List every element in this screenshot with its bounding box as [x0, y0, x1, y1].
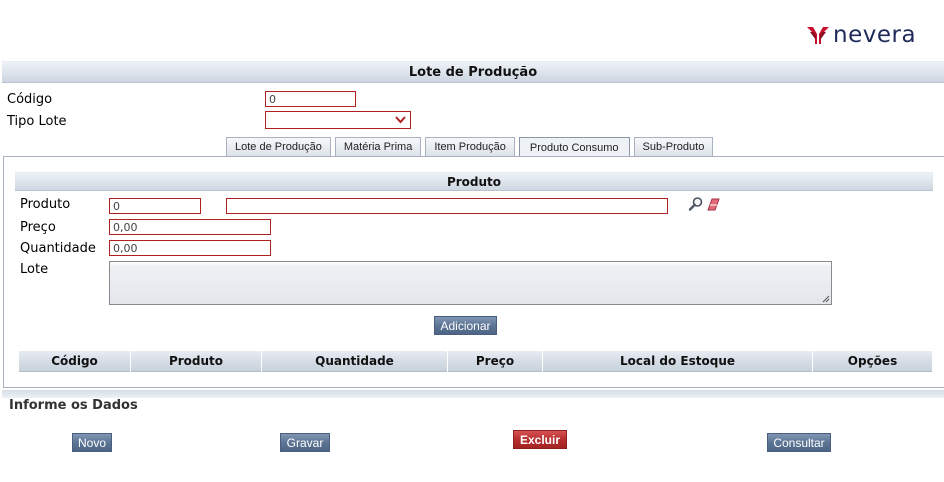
lote-label: Lote: [20, 262, 49, 277]
codigo-input[interactable]: [265, 91, 356, 107]
tab-materia-prima[interactable]: Matéria Prima: [334, 137, 422, 156]
quantidade-input[interactable]: [109, 240, 271, 256]
tab-produto-consumo[interactable]: Produto Consumo: [518, 137, 630, 157]
brand-logo: nevera: [806, 22, 916, 48]
col-opcoes: Opções: [847, 354, 898, 368]
excluir-button[interactable]: Excluir: [513, 430, 567, 449]
preco-input[interactable]: [109, 219, 271, 235]
resize-grip-icon[interactable]: [822, 295, 830, 303]
gravar-button[interactable]: Gravar: [280, 433, 330, 452]
tab-sub-produto[interactable]: Sub-Produto: [633, 137, 714, 156]
novo-button[interactable]: Novo: [72, 433, 112, 452]
quantidade-label: Quantidade: [20, 241, 96, 256]
section-divider: [2, 390, 944, 398]
page-title: Lote de Produção: [2, 61, 944, 83]
tab-lote-producao[interactable]: Lote de Produção: [226, 137, 331, 156]
col-quantidade: Quantidade: [262, 351, 448, 372]
brand-name: nevera: [833, 21, 917, 48]
produto-description-input[interactable]: [226, 198, 668, 214]
produto-table-header: Código Produto Quantidade Preço Local do…: [19, 351, 932, 372]
tipo-lote-select[interactable]: [265, 111, 411, 129]
codigo-label: Código: [7, 92, 53, 107]
search-icon[interactable]: [688, 196, 704, 212]
col-produto: Produto: [131, 351, 262, 372]
tab-item-producao[interactable]: Item Produção: [425, 137, 515, 156]
consultar-button[interactable]: Consultar: [767, 433, 831, 452]
eraser-icon[interactable]: [706, 197, 722, 213]
nevera-logo-icon: [807, 27, 829, 44]
tipo-lote-label: Tipo Lote: [7, 114, 67, 129]
produto-label: Produto: [20, 197, 71, 212]
col-local-estoque: Local do Estoque: [543, 351, 813, 372]
chevron-down-icon: [395, 116, 406, 124]
lote-textarea[interactable]: [109, 261, 832, 305]
produto-code-input[interactable]: [109, 198, 201, 214]
col-codigo: Código: [19, 351, 131, 372]
tab-bar: Lote de Produção Matéria Prima Item Prod…: [226, 137, 717, 157]
informe-dados-title: Informe os Dados: [9, 398, 138, 413]
adicionar-button[interactable]: Adicionar: [434, 316, 497, 335]
produto-section-title: Produto: [15, 172, 933, 191]
preco-label: Preço: [20, 220, 56, 235]
col-preco: Preço: [448, 351, 543, 372]
